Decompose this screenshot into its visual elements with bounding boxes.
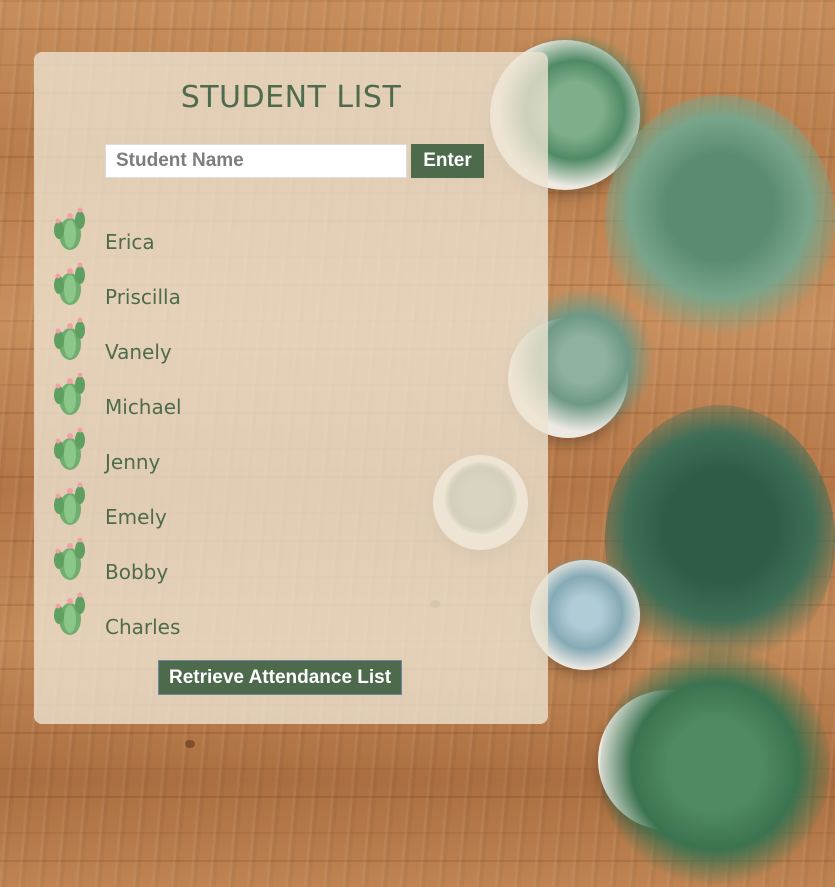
student-list: Erica Priscilla Vanely Michael Jenny Eme… [50, 202, 350, 642]
enter-button[interactable]: Enter [411, 144, 484, 178]
cactus-icon [54, 537, 85, 580]
student-name: Bobby [105, 560, 169, 584]
student-name: Jenny [105, 450, 161, 474]
student-name-input[interactable] [105, 144, 407, 178]
list-item: Charles [50, 587, 350, 642]
student-name: Emely [105, 505, 167, 529]
list-item: Vanely [50, 312, 350, 367]
search-row: Enter [105, 144, 484, 178]
student-name: Priscilla [105, 285, 181, 309]
student-list-panel: STUDENT LIST Enter Erica [34, 52, 548, 724]
student-name: Vanely [105, 340, 172, 364]
retrieve-attendance-button[interactable]: Retrieve Attendance List [158, 660, 403, 695]
student-name: Michael [105, 395, 182, 419]
cactus-icon [54, 592, 85, 635]
list-item: Michael [50, 367, 350, 422]
cactus-icon [54, 317, 85, 360]
coral-plant [605, 405, 835, 675]
list-item: Jenny [50, 422, 350, 477]
cactus-icon [54, 207, 85, 250]
cactus-icon [54, 427, 85, 470]
list-item: Bobby [50, 532, 350, 587]
list-item: Priscilla [50, 257, 350, 312]
leafy-plant [605, 95, 835, 345]
student-name: Charles [105, 615, 181, 639]
jade-plant [600, 645, 830, 887]
list-item: Erica [50, 202, 350, 257]
student-name: Erica [105, 230, 155, 254]
page-title: STUDENT LIST [180, 80, 402, 115]
list-item: Emely [50, 477, 350, 532]
cactus-icon [54, 372, 85, 415]
cactus-icon [54, 262, 85, 305]
cactus-icon [54, 482, 85, 525]
